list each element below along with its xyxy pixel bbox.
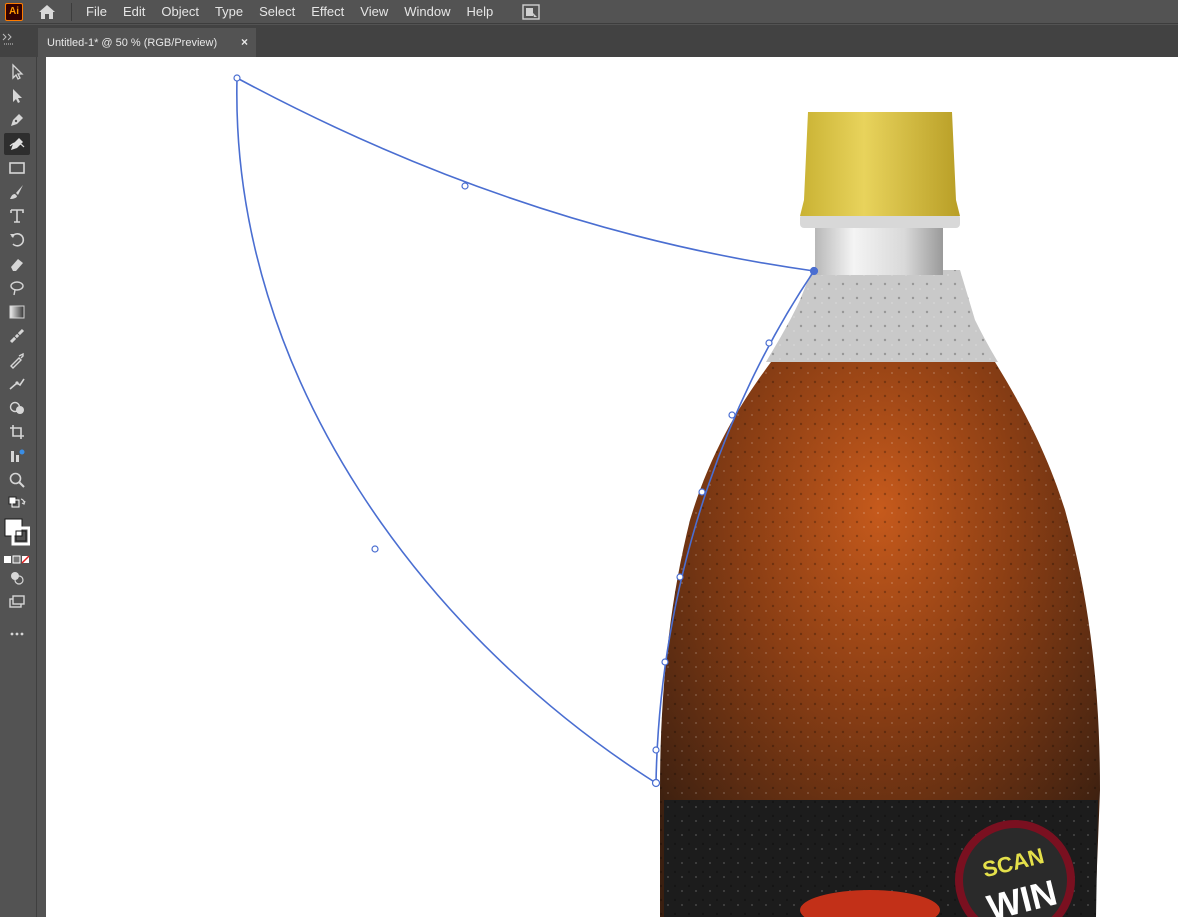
artboard-tool-icon[interactable]	[4, 421, 30, 443]
paintbrush-tool-icon[interactable]	[4, 181, 30, 203]
soda-bottle-image[interactable]: SCAN WIN	[660, 112, 1100, 917]
arrange-documents-icon[interactable]	[521, 3, 541, 21]
rectangle-tool-icon[interactable]	[4, 157, 30, 179]
rotate-tool-icon[interactable]	[4, 229, 30, 251]
gradient-tool-icon[interactable]	[4, 301, 30, 323]
anchor-point[interactable]	[661, 658, 669, 666]
menu-view[interactable]: View	[352, 0, 396, 24]
anchor-point-selected[interactable]	[809, 266, 819, 276]
anchor-point[interactable]	[233, 74, 241, 82]
menu-separator	[71, 2, 72, 21]
path-segment-left[interactable]	[236, 77, 657, 784]
menu-window[interactable]: Window	[396, 0, 458, 24]
direct-selection-tool-icon[interactable]	[4, 85, 30, 107]
menu-effect[interactable]: Effect	[303, 0, 352, 24]
anchor-point[interactable]	[652, 746, 660, 754]
document-tab[interactable]: Untitled-1* @ 50 % (RGB/Preview) ×	[38, 28, 256, 57]
document-tab-title: Untitled-1* @ 50 % (RGB/Preview)	[47, 36, 218, 49]
menu-file[interactable]: File	[76, 0, 115, 24]
eraser-tool-icon[interactable]	[4, 253, 30, 275]
menu-help[interactable]: Help	[458, 0, 501, 24]
close-tab-button[interactable]: ×	[241, 35, 248, 49]
eyedropper-tool-icon[interactable]	[4, 349, 30, 371]
anchor-point[interactable]	[765, 339, 773, 347]
curvature-tool-icon[interactable]	[4, 133, 30, 155]
graph-tool-icon[interactable]	[4, 445, 30, 467]
anchor-point[interactable]	[676, 573, 684, 581]
document-canvas[interactable]: SCAN WIN	[38, 57, 1178, 917]
zoom-tool-icon[interactable]	[4, 469, 30, 491]
menu-object[interactable]: Object	[153, 0, 207, 24]
measure-tool-icon[interactable]	[4, 325, 30, 347]
puppet-warp-tool-icon[interactable]	[4, 373, 30, 395]
anchor-point[interactable]	[651, 778, 661, 788]
path-segment-top[interactable]	[236, 77, 815, 272]
swap-fill-stroke-icon[interactable]	[4, 493, 30, 515]
artboard[interactable]: SCAN WIN	[46, 57, 1178, 917]
anchor-point[interactable]	[698, 488, 706, 496]
menu-edit[interactable]: Edit	[115, 0, 153, 24]
lasso-tool-icon[interactable]	[4, 277, 30, 299]
panel-collapse-icon[interactable]	[2, 29, 16, 49]
anchor-point[interactable]	[461, 182, 469, 190]
menu-bar: Ai File Edit Object Type Select Effect V…	[0, 0, 1178, 24]
shape-builder-tool-icon[interactable]	[4, 397, 30, 419]
pen-tool-icon[interactable]	[4, 109, 30, 131]
fill-stroke-swatches[interactable]	[4, 517, 30, 547]
document-tab-bar: Untitled-1* @ 50 % (RGB/Preview) ×	[0, 25, 1178, 57]
more-tools-icon[interactable]	[4, 623, 30, 645]
selection-tool-icon[interactable]	[4, 61, 30, 83]
artwork-layer[interactable]: SCAN WIN	[46, 57, 1178, 917]
app-logo[interactable]: Ai	[5, 2, 23, 21]
anchor-point[interactable]	[371, 545, 379, 553]
menu-select[interactable]: Select	[251, 0, 303, 24]
home-icon[interactable]	[37, 2, 57, 22]
type-tool-icon[interactable]	[4, 205, 30, 227]
anchor-point[interactable]	[728, 411, 736, 419]
drawing-mode-icon[interactable]	[4, 567, 30, 589]
menu-type[interactable]: Type	[207, 0, 251, 24]
screen-mode-icon[interactable]	[4, 591, 30, 613]
tools-panel	[0, 57, 37, 917]
